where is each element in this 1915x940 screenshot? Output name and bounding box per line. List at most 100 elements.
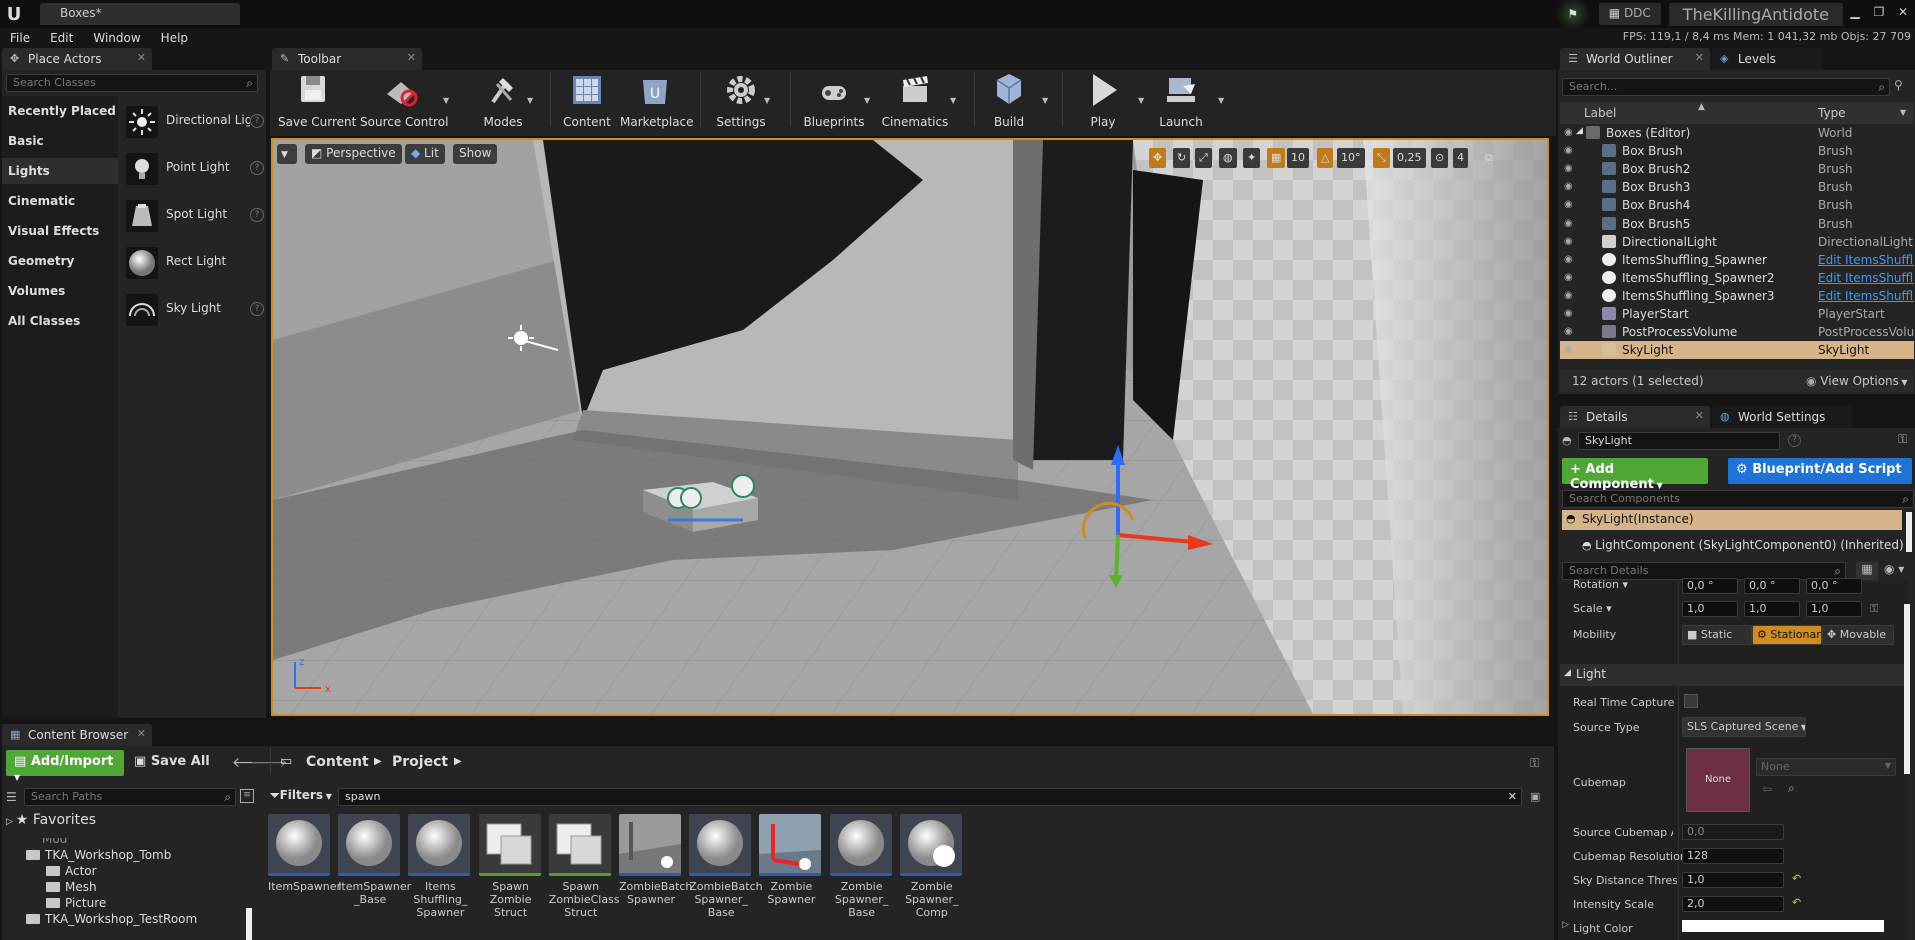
collapse-icon[interactable]: ◢ (1576, 126, 1583, 136)
document-tab[interactable]: Boxes* (40, 3, 240, 25)
close-icon[interactable]: ✕ (137, 727, 146, 740)
tab-place-actors[interactable]: ✥ Place Actors ✕ (2, 48, 152, 70)
modes-button[interactable]: Modes (478, 70, 528, 129)
marketplace-button[interactable]: U Marketplace (620, 70, 694, 129)
outliner-row[interactable]: ◉ PostProcessVolume PostProcessVolume (1560, 323, 1914, 341)
asset-tile[interactable]: ItemSpawner (268, 814, 341, 893)
eye-icon[interactable]: ◉ ▾ (1884, 562, 1904, 576)
minimize-icon[interactable]: ▁ (1843, 5, 1867, 23)
menu-help[interactable]: Help (151, 31, 198, 45)
build-button[interactable]: Build (984, 70, 1034, 129)
chevron-down-icon[interactable]: ▼ (950, 96, 956, 105)
save-all-button[interactable]: ▣ Save All (134, 754, 210, 769)
chevron-right-icon[interactable]: ▶ (374, 756, 382, 767)
category-visual-effects[interactable]: Visual Effects (8, 224, 99, 238)
asset-tile[interactable]: Zombie Spawner_ Comp (899, 814, 964, 919)
component-instance-row[interactable]: ◓ SkyLight(Instance) (1562, 510, 1902, 530)
intensity-field[interactable]: 2,0 (1682, 896, 1784, 912)
category-volumes[interactable]: Volumes (8, 284, 65, 298)
pin-icon[interactable]: ⚲ (1894, 78, 1903, 92)
category-geometry[interactable]: Geometry (8, 254, 74, 268)
lit-button[interactable]: ◆ Lit (405, 144, 445, 164)
tree-item-testroom[interactable]: TKA_Workshop_TestRoom (26, 912, 197, 926)
edit-blueprint-link[interactable]: Edit ItemsShuffling_Spawner (1818, 289, 1914, 303)
actor-name-input[interactable]: SkyLight (1578, 432, 1780, 450)
breadcrumb-content[interactable]: Content (306, 754, 369, 770)
chevron-down-icon[interactable]: ▼ (527, 96, 533, 105)
rotate-mode-icon[interactable]: ↻ (1173, 148, 1191, 168)
rotation-snap-icon[interactable]: △ (1317, 148, 1334, 168)
browse-icon[interactable]: ⌕ (1788, 781, 1795, 796)
scale-y-field[interactable]: 1,0 (1744, 601, 1800, 617)
outliner-row[interactable]: ◢ ◉ Boxes (Editor) World (1560, 124, 1914, 142)
column-type[interactable]: Type (1818, 106, 1846, 120)
reset-to-default-icon[interactable]: ↶ (1792, 896, 1801, 909)
outliner-row[interactable]: ◉ Box Brush3 Brush (1560, 178, 1914, 196)
tree-item-tomb[interactable]: TKA_Workshop_Tomb (26, 848, 171, 862)
settings-button[interactable]: Settings (716, 70, 766, 129)
close-icon[interactable]: ✕ (137, 51, 146, 64)
surface-snap-icon[interactable]: ✦ (1243, 148, 1261, 168)
outliner-row[interactable]: ◉ Box Brush5 Brush (1560, 215, 1914, 233)
chevron-down-icon[interactable]: ▼ (864, 96, 870, 105)
filters-button[interactable]: ⏷Filters ▼ (270, 788, 332, 806)
eye-icon[interactable]: ◉ (1564, 127, 1573, 138)
breadcrumb-project[interactable]: Project (392, 754, 448, 770)
help-icon[interactable]: ? (250, 302, 264, 316)
actor-sky-light[interactable]: Sky Light ? (122, 290, 264, 330)
search-paths-input[interactable]: Search Paths ⌕ (24, 788, 236, 806)
components-scrollbar[interactable] (1906, 512, 1912, 552)
clear-search-icon[interactable]: ✕ (1508, 790, 1517, 803)
mobility-stationary[interactable]: ⚙ Stationary (1752, 625, 1822, 645)
perspective-button[interactable]: ◩ Perspective (305, 144, 402, 164)
outliner-row[interactable]: ◉ PlayerStart PlayerStart (1560, 305, 1914, 323)
light-component-row[interactable]: ◓ LightComponent (SkyLightComponent0) (I… (1582, 538, 1904, 552)
expand-icon[interactable]: ▷ (1562, 920, 1569, 930)
launch-button[interactable]: Launch (1156, 70, 1206, 129)
outliner-row[interactable]: ◉ ItemsShuffling_Spawner2 Edit ItemsShuffl… (1560, 269, 1914, 287)
outliner-row[interactable]: ◉ ItemsShuffling_Spawner Edit ItemsShuffli… (1560, 251, 1914, 269)
eye-icon[interactable]: ◉ (1564, 145, 1573, 156)
chevron-down-icon[interactable]: ▼ (1900, 108, 1906, 117)
tree-item-actor[interactable]: Actor (46, 864, 97, 878)
category-recently-placed[interactable]: Recently Placed (8, 104, 116, 118)
tab-toolbar[interactable]: ✎ Toolbar ✕ (272, 48, 422, 70)
light-section-header[interactable]: ◢ Light (1560, 664, 1904, 686)
rotation-y-field[interactable]: 0,0 ° (1744, 578, 1800, 594)
reset-to-default-icon[interactable]: ↶ (1792, 872, 1801, 885)
camera-speed-icon[interactable]: ⊙ (1431, 148, 1449, 168)
source-type-dropdown[interactable]: SLS Captured Scene ▼ (1682, 717, 1806, 737)
tab-content-browser[interactable]: ▦ Content Browser ✕ (2, 724, 152, 746)
add-import-button[interactable]: ▤ Add/Import ▼ (6, 750, 124, 782)
tree-scrollbar[interactable] (246, 908, 252, 940)
cubemap-asset-dropdown[interactable]: None ▼ (1756, 758, 1896, 776)
help-icon[interactable]: ? (250, 114, 264, 128)
outliner-row[interactable]: ◉ DirectionalLight DirectionalLight (1560, 233, 1914, 251)
camera-speed-value[interactable]: 4 (1453, 148, 1468, 168)
content-button[interactable]: Content (562, 70, 612, 129)
asset-tile[interactable]: ZombieBatch Spawner_ Base (689, 814, 763, 919)
world-space-icon[interactable]: ◍ (1219, 148, 1237, 168)
menu-file[interactable]: File (0, 31, 40, 45)
help-icon[interactable]: ? (250, 208, 264, 222)
sky-distance-field[interactable]: 1,0 (1682, 872, 1784, 888)
eye-icon[interactable]: ◉ (1564, 326, 1573, 337)
chevron-down-icon[interactable]: ▼ (443, 96, 449, 105)
outliner-row[interactable]: ◉ Box Brush4 Brush (1560, 196, 1914, 214)
asset-tile[interactable]: Zombie Spawner (759, 814, 823, 906)
eye-icon[interactable]: ◉ (1564, 236, 1573, 247)
asset-tile[interactable]: Items Shuffling_ Spawner (408, 814, 472, 919)
eye-icon[interactable]: ◉ (1564, 254, 1573, 265)
outliner-row[interactable]: ◉ SkyLight SkyLight (1560, 341, 1914, 360)
show-button[interactable]: Show (453, 144, 498, 164)
maximize-icon[interactable]: ❐ (1867, 5, 1891, 23)
sources-toggle-icon[interactable]: ☰ (6, 790, 17, 804)
asset-tile[interactable]: Spawn ZombieClass Struct (548, 814, 620, 919)
tab-world-settings[interactable]: ◍ World Settings (1712, 406, 1852, 428)
chevron-down-icon[interactable]: ▼ (764, 96, 770, 105)
help-icon[interactable]: ? (1788, 434, 1801, 447)
eye-icon[interactable]: ◉ (1564, 163, 1573, 174)
close-icon[interactable]: ✕ (1695, 51, 1704, 64)
edit-blueprint-link[interactable]: Edit ItemsShuffling_Spawner (1818, 253, 1914, 267)
mobility-movable[interactable]: ✥ Movable (1822, 625, 1894, 645)
